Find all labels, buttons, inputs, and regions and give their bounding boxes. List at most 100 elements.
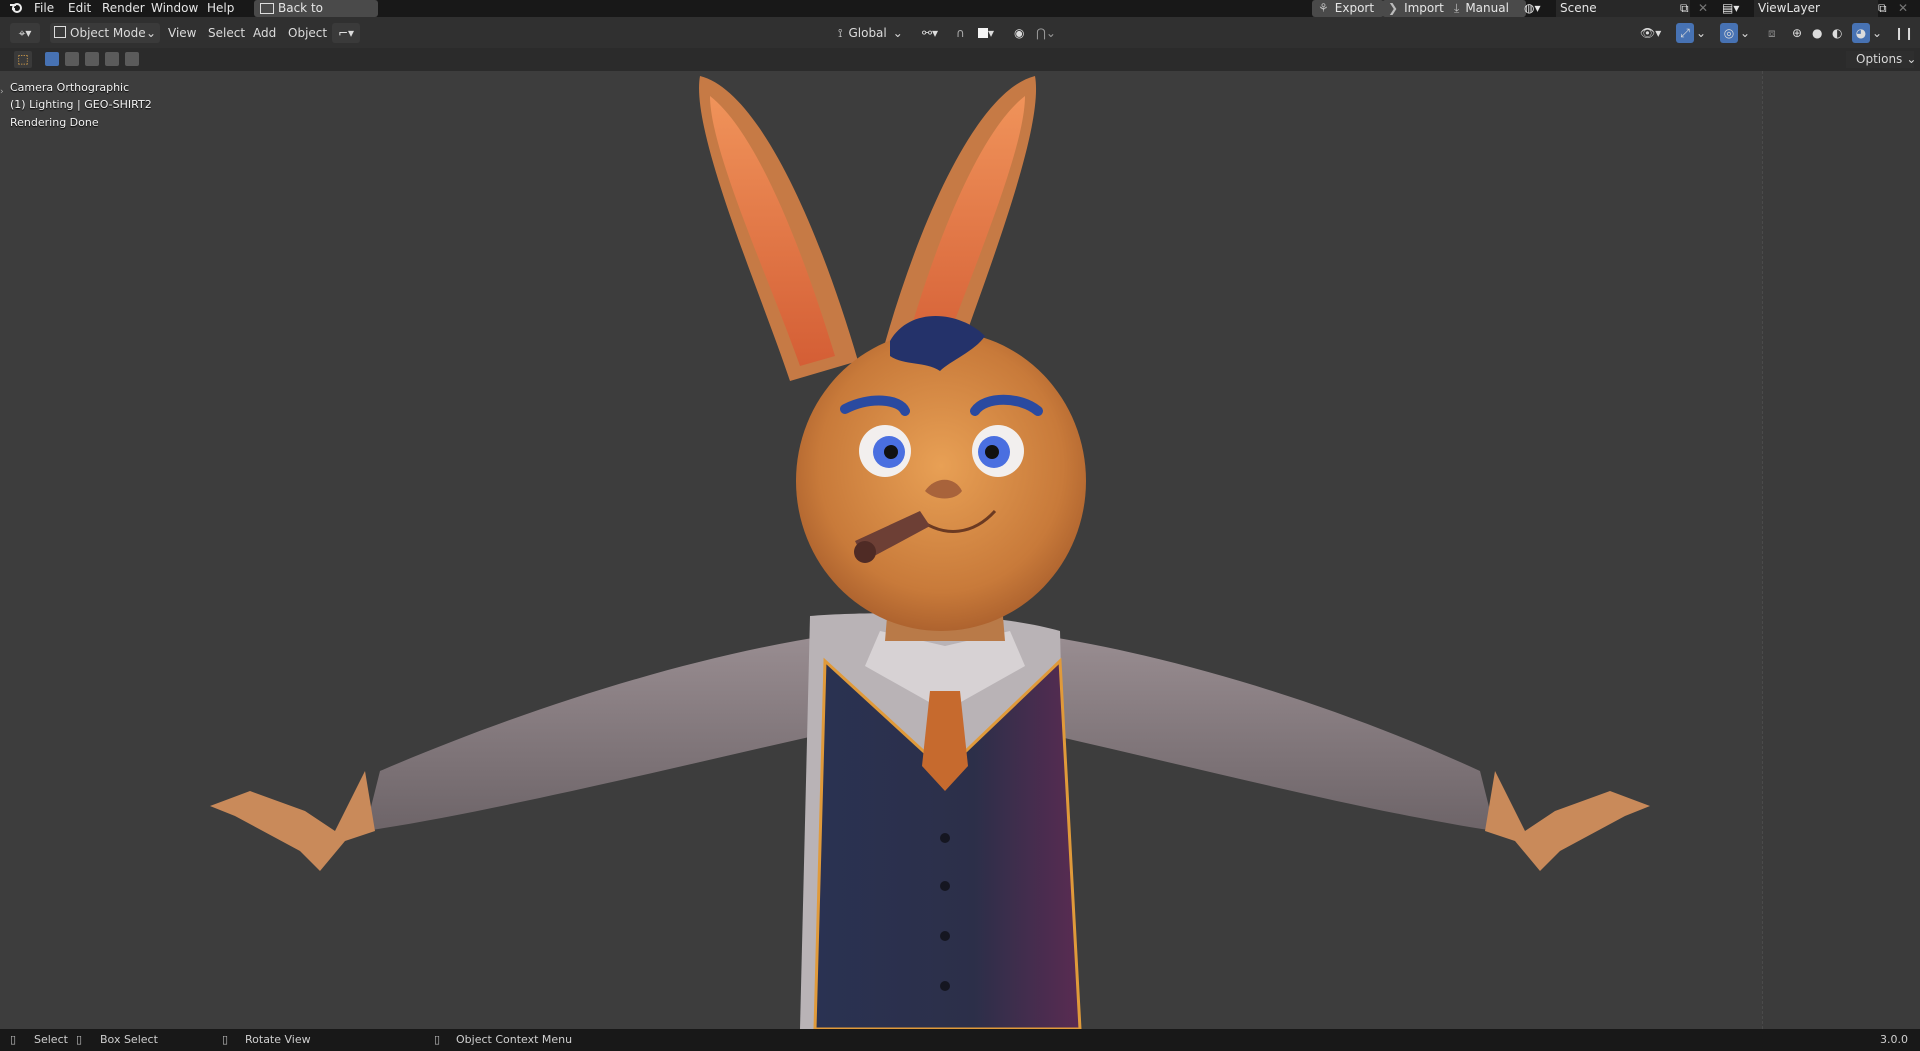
shading-wireframe[interactable]: ⊕ (1792, 23, 1810, 43)
cursor-select-icon: ⬚ (17, 52, 29, 66)
export-icon: ⚘ (1318, 1, 1329, 15)
new-scene-icon[interactable]: ⧉ (1680, 0, 1694, 17)
solid-sphere-icon: ● (1812, 26, 1823, 40)
hint-select: Select (34, 1033, 68, 1046)
version-label: 3.0.0 (1880, 1033, 1908, 1046)
scene-name: Scene (1560, 1, 1597, 15)
shading-material[interactable]: ◐ (1832, 23, 1850, 43)
magnet-icon: ∩ (956, 26, 965, 40)
export-label: Export (1334, 1, 1375, 15)
material-sphere-icon: ◐ (1832, 26, 1843, 40)
menu-view[interactable]: View (168, 23, 196, 43)
mouse-drag-icon: ▯ (76, 1033, 83, 1046)
chevron-down-icon: ⌄ (1740, 26, 1751, 40)
import-button[interactable]: ❯ Import (1382, 0, 1454, 17)
editor-type-button[interactable]: ⌖▾ (10, 23, 40, 43)
select-set-icon[interactable] (45, 52, 59, 66)
delete-viewlayer-icon[interactable]: ✕ (1898, 0, 1910, 17)
select-extend-icon[interactable] (65, 52, 79, 66)
pivot-icon: ⚯▾ (922, 26, 939, 40)
overlays-dropdown[interactable]: ⌄ (1740, 23, 1754, 43)
orientation-icon: ⟟ (838, 26, 843, 40)
editor-type-icon: ⌖▾ (18, 26, 32, 40)
shading-solid[interactable]: ● (1812, 23, 1830, 43)
falloff-dropdown[interactable]: ⋂⌄ (1036, 23, 1060, 43)
shading-dropdown[interactable]: ⌄ (1872, 23, 1886, 43)
3d-viewport[interactable]: Camera Orthographic (1) Lighting | GEO-S… (0, 71, 1762, 1029)
viewport-header: ⌖▾ Object Mode ⌄ View Select Add Object ⌐… (0, 17, 1920, 49)
object-mode-icon (54, 26, 66, 38)
pause-render-button[interactable]: ❙❙ (1894, 23, 1914, 43)
shading-rendered[interactable]: ◕ (1852, 23, 1870, 43)
menu-file[interactable]: File (34, 0, 54, 17)
snap-square-icon (978, 28, 988, 38)
transform-orientation-dropdown[interactable]: ⟟ Global ⌄ (838, 23, 916, 43)
options-label: Options (1856, 52, 1903, 66)
pivot-dropdown[interactable]: ⚯▾ (922, 23, 950, 43)
chevron-down-icon: ⌄ (1872, 26, 1883, 40)
menu-render[interactable]: Render (102, 0, 145, 17)
overlays-icon: ◎ (1723, 26, 1735, 40)
chevron-down-icon: ⌄ (1696, 26, 1707, 40)
chevron-down-icon: ⌄ (892, 26, 903, 40)
new-viewlayer-icon[interactable]: ⧉ (1878, 0, 1892, 17)
scene-field[interactable]: Scene (1556, 0, 1690, 17)
select-subtract-icon[interactable] (85, 52, 99, 66)
viewlayer-field[interactable]: ViewLayer (1754, 0, 1878, 17)
delete-scene-icon[interactable]: ✕ (1698, 0, 1710, 17)
blender-logo-icon[interactable] (8, 0, 24, 17)
back-to-previous-button[interactable]: Back to Previous (254, 0, 378, 31)
proportional-edit-toggle[interactable]: ◉ (1014, 23, 1032, 43)
xray-toggle[interactable]: ⧈ (1768, 23, 1786, 43)
snap-target-dropdown[interactable]: ▾ (978, 23, 1004, 43)
menu-add[interactable]: Add (253, 23, 276, 43)
options-dropdown[interactable]: Options ⌄ (1846, 51, 1917, 68)
selection-mode-group (45, 52, 141, 67)
rendered-rabbit-character (210, 76, 1650, 1029)
scene-selector-icon[interactable]: ◍▾ (1524, 0, 1552, 17)
snap-toggle[interactable]: ∩ (956, 23, 974, 43)
hint-box-select: Box Select (100, 1033, 158, 1046)
viewport-sidebar-region (1762, 71, 1920, 1029)
menu-help[interactable]: Help (207, 0, 234, 17)
overlays-toggle[interactable]: ◎ (1720, 23, 1738, 43)
curve-icon: ⌐▾ (337, 26, 355, 40)
tool-settings-bar: ⬚ Options ⌄ (0, 48, 1920, 71)
select-invert-icon[interactable] (105, 52, 119, 66)
manual-button[interactable]: ⤓ Manual (1448, 0, 1526, 17)
mouse-middle-icon: ▯ (222, 1033, 229, 1046)
orientation-label: Global (848, 26, 887, 40)
import-icon: ❯ (1388, 1, 1399, 15)
hint-rotate-view: Rotate View (245, 1033, 311, 1046)
top-menu-bar: File Edit Render Window Help Back to Pre… (0, 0, 1920, 31)
menu-select[interactable]: Select (208, 23, 245, 43)
visibility-dropdown[interactable]: 👁▾ (1640, 23, 1670, 43)
eye-icon: 👁▾ (1640, 26, 1662, 40)
export-button[interactable]: ⚘ Export (1312, 0, 1384, 17)
select-intersect-icon[interactable] (125, 52, 139, 66)
chevron-down-icon: ⌄ (145, 26, 156, 40)
viewlayer-name: ViewLayer (1758, 1, 1820, 15)
gizmo-toggle[interactable]: ⤢ (1676, 23, 1694, 43)
viewlayer-selector-icon[interactable]: ▤▾ (1722, 0, 1752, 17)
gizmo-icon: ⤢ (1680, 26, 1690, 40)
manual-label: Manual (1465, 1, 1509, 15)
chevron-down-icon: ⌄ (1906, 52, 1917, 66)
proportional-icon: ◉ (1014, 26, 1025, 40)
mode-label: Object Mode (70, 26, 146, 40)
mouse-left-icon: ▯ (10, 1033, 17, 1046)
back-icon (260, 3, 274, 14)
mode-dropdown[interactable]: Object Mode ⌄ (50, 23, 160, 43)
tweak-tool-button[interactable]: ⬚ (14, 51, 32, 68)
menu-window[interactable]: Window (151, 0, 198, 17)
falloff-curve-icon: ⋂⌄ (1036, 26, 1056, 40)
gizmo-dropdown[interactable]: ⌄ (1696, 23, 1710, 43)
hint-object-context-menu: Object Context Menu (456, 1033, 573, 1046)
status-bar: ▯ Select ▯ Box Select ▯ Rotate View ▯ Ob… (0, 1029, 1920, 1051)
pause-icon: ❙❙ (1894, 26, 1915, 40)
wireframe-sphere-icon: ⊕ (1792, 26, 1803, 40)
menu-object[interactable]: Object (288, 23, 327, 43)
gpencil-dropdown[interactable]: ⌐▾ (332, 23, 360, 43)
menu-edit[interactable]: Edit (68, 0, 91, 17)
download-icon: ⤓ (1454, 1, 1460, 15)
